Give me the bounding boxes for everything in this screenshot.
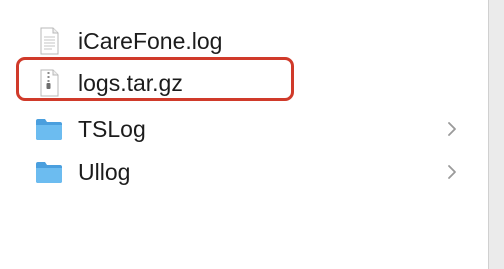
folder-row-tslog[interactable]: TSLog [0,108,488,150]
folder-icon [36,119,62,140]
folder-icon [36,162,62,183]
folder-name-label: TSLog [78,116,146,142]
folder-row-ullog[interactable]: Ullog [0,151,488,193]
text-document-icon [40,27,59,55]
finder-column: iCareFone.log logs.tar.gz TSLog Ullog [0,0,488,269]
file-row-icarefone-log[interactable]: iCareFone.log [0,20,488,62]
chevron-right-icon [448,165,456,179]
file-name-label: iCareFone.log [78,28,223,54]
highlight-annotation [16,57,294,101]
folder-name-label: Ullog [78,159,131,185]
next-column-edge [489,0,504,269]
chevron-right-icon [448,122,456,136]
